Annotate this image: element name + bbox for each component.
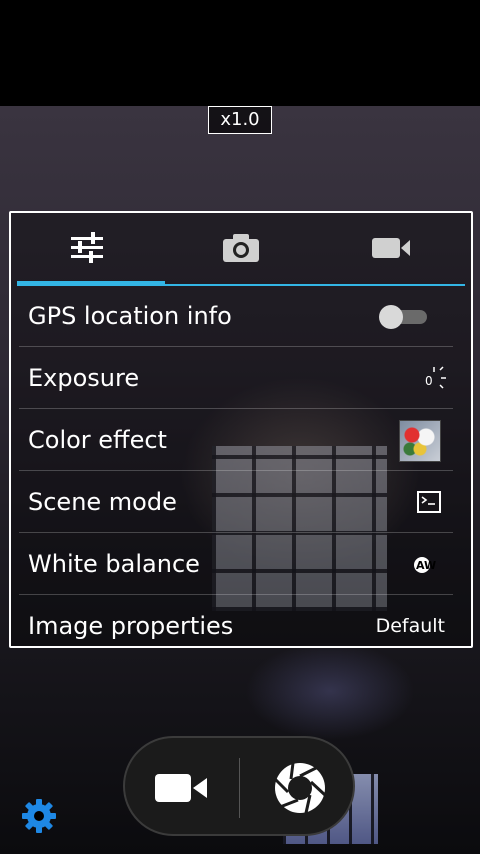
settings-button[interactable] [20, 797, 58, 835]
gear-icon [22, 799, 56, 833]
row-divider [19, 470, 453, 471]
scene-mode-label: Scene mode [28, 488, 177, 516]
image-properties-label: Image properties [28, 612, 234, 640]
tab-photo-settings[interactable] [165, 213, 317, 283]
exposure-icon: 0 [425, 366, 446, 389]
white-balance-value: AW [416, 559, 436, 572]
white-balance-label: White balance [28, 550, 200, 578]
scene-mode-icon [417, 491, 441, 513]
setting-row-scene-mode[interactable]: Scene mode [11, 472, 471, 533]
tab-general-settings[interactable] [11, 213, 163, 283]
controls-divider [239, 758, 240, 818]
color-effect-thumbnail [399, 420, 441, 462]
camera-icon [223, 234, 259, 262]
tab-video-settings[interactable] [315, 213, 467, 283]
video-camera-icon [372, 238, 410, 258]
white-balance-auto-icon: AW [414, 557, 436, 573]
row-divider [19, 346, 453, 347]
video-camera-icon [155, 774, 207, 802]
image-properties-value: Default [375, 615, 445, 637]
row-divider [19, 594, 453, 595]
zoom-level-indicator: x1.0 [208, 106, 272, 134]
settings-panel: GPS location info Exposure 0 Color effec… [9, 211, 473, 648]
exposure-label: Exposure [28, 364, 140, 392]
toggle-thumb [379, 305, 403, 329]
gps-label: GPS location info [28, 302, 232, 330]
shutter-button[interactable] [273, 761, 327, 815]
settings-tabs [11, 213, 471, 286]
setting-row-gps[interactable]: GPS location info [11, 286, 471, 347]
row-divider [19, 532, 453, 533]
row-divider [19, 408, 453, 409]
color-effect-label: Color effect [28, 426, 167, 454]
setting-row-image-properties[interactable]: Image properties Default [11, 596, 471, 646]
gps-toggle-switch[interactable] [379, 305, 427, 329]
record-video-button[interactable] [151, 766, 211, 810]
setting-row-white-balance[interactable]: White balance AW [11, 534, 471, 595]
shutter-aperture-icon [273, 762, 327, 814]
capture-controls [123, 736, 355, 836]
setting-row-exposure[interactable]: Exposure 0 [11, 348, 471, 409]
exposure-value: 0 [425, 374, 433, 388]
setting-row-color-effect[interactable]: Color effect [11, 410, 471, 471]
sliders-icon [71, 232, 103, 263]
